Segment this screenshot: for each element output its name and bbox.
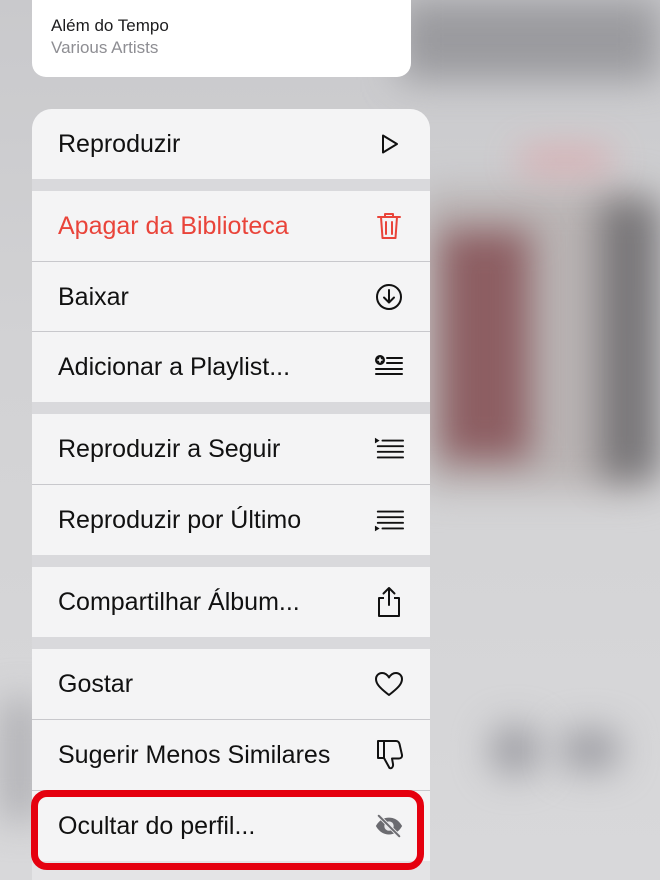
menu-item-label: Reproduzir a Seguir <box>58 434 281 463</box>
add-to-playlist-icon <box>374 352 404 382</box>
album-preview-card[interactable]: Além do Tempo Various Artists <box>32 0 411 77</box>
menu-item-play-last[interactable]: Reproduzir por Último <box>32 485 430 555</box>
menu-item-play-next[interactable]: Reproduzir a Seguir <box>32 414 430 484</box>
menu-item-label: Sugerir Menos Similares <box>58 740 331 769</box>
menu-item-label: Gostar <box>58 669 134 698</box>
menu-item-love[interactable]: Gostar <box>32 649 430 719</box>
trash-icon <box>374 211 404 241</box>
menu-item-label: Reproduzir por Último <box>58 505 302 534</box>
play-next-icon <box>374 434 404 464</box>
context-menu: Reproduzir Apagar da Biblioteca Baixar A… <box>32 109 430 880</box>
menu-item-add-to-playlist[interactable]: Adicionar a Playlist... <box>32 332 430 402</box>
menu-item-download[interactable]: Baixar <box>32 262 430 332</box>
play-last-icon <box>374 505 404 535</box>
menu-item-label: Adicionar a Playlist... <box>58 352 291 381</box>
album-artist: Various Artists <box>51 38 159 57</box>
menu-item-label: Compartilhar Álbum... <box>58 587 300 616</box>
play-icon <box>374 129 404 159</box>
highlight-box <box>31 790 424 870</box>
menu-item-suggest-less[interactable]: Sugerir Menos Similares <box>32 720 430 790</box>
menu-item-delete-from-library[interactable]: Apagar da Biblioteca <box>32 191 430 261</box>
menu-item-label: Baixar <box>58 282 129 311</box>
download-icon <box>374 282 404 312</box>
share-icon <box>374 587 404 617</box>
menu-item-label: Reproduzir <box>58 129 181 158</box>
album-title: Além do Tempo <box>51 16 169 35</box>
menu-item-share-album[interactable]: Compartilhar Álbum... <box>32 567 430 637</box>
thumbs-down-icon <box>374 740 404 770</box>
menu-item-play[interactable]: Reproduzir <box>32 109 430 179</box>
menu-item-label: Apagar da Biblioteca <box>58 211 289 240</box>
heart-icon <box>374 669 404 699</box>
